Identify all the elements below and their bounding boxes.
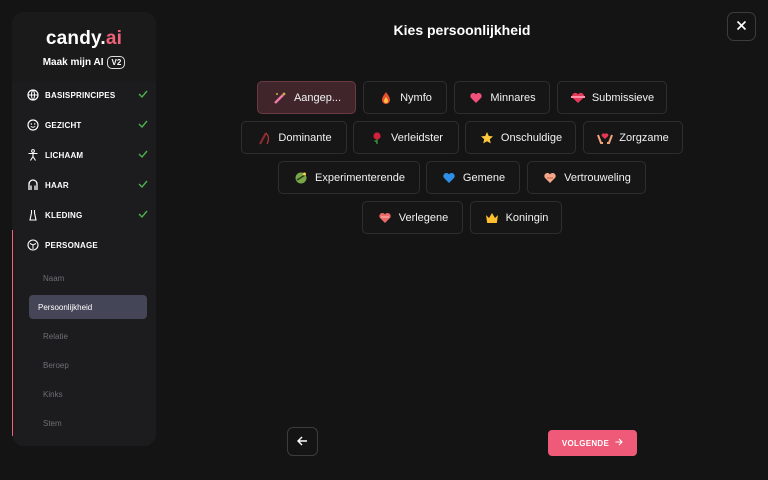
substep-naam[interactable]: Naam: [29, 266, 147, 290]
option-label: Minnares: [490, 91, 536, 104]
rose-icon: [369, 130, 385, 146]
star-icon: [479, 130, 495, 146]
option-label: Onschuldige: [500, 131, 563, 144]
option-submissieve[interactable]: Submissieve: [557, 81, 667, 114]
option-label: Experimenterende: [315, 171, 405, 184]
close-button[interactable]: [727, 12, 756, 41]
option-gemene[interactable]: Gemene: [426, 161, 520, 194]
step-label: HAAR: [45, 180, 69, 190]
personage-section: PERSONAGE Naam Persoonlijkheid Relatie B…: [12, 230, 156, 436]
arrow-right-icon: [615, 438, 623, 448]
substep-stem[interactable]: Stem: [29, 411, 147, 435]
option-onschuldige[interactable]: Onschuldige: [465, 121, 576, 154]
step-personage[interactable]: PERSONAGE: [13, 230, 156, 260]
step-lichaam[interactable]: LICHAAM: [12, 140, 156, 170]
dress-icon: [26, 209, 39, 222]
step-kleding[interactable]: KLEDING: [12, 200, 156, 230]
next-button-label: VOLGENDE: [561, 438, 610, 448]
arrow-left-icon: [297, 433, 308, 451]
step-label: GEZICHT: [45, 120, 82, 130]
hands-heart-icon: [597, 130, 614, 146]
subtitle-text: Maak mijn AI: [42, 57, 104, 68]
body-icon: [26, 149, 39, 162]
flask-icon: [293, 170, 309, 186]
option-label: Aangep...: [293, 91, 342, 104]
magic-wand-icon: [272, 90, 288, 106]
step-label: PERSONAGE: [45, 240, 98, 250]
smiley-icon: [26, 119, 39, 132]
option-minnares[interactable]: Minnares: [454, 81, 550, 114]
option-label: Verleidster: [391, 131, 443, 144]
sidebar: candy.ai Maak mijn AI V2 BASISPRINCIPES …: [12, 12, 156, 446]
hair-icon: [26, 179, 39, 192]
option-label: Koningin: [505, 211, 549, 224]
step-basisprincipes[interactable]: BASISPRINCIPES: [12, 80, 156, 110]
blush-heart-icon: [377, 210, 393, 226]
substep-relatie[interactable]: Relatie: [29, 324, 147, 348]
blue-heart-icon: [441, 170, 457, 186]
option-label: Nymfo: [400, 91, 432, 104]
next-button[interactable]: VOLGENDE: [548, 430, 637, 456]
option-label: Gemene: [462, 171, 506, 184]
app-subtitle: Maak mijn AI V2: [12, 56, 156, 69]
option-verlegene[interactable]: Verlegene: [362, 201, 463, 234]
option-koningin[interactable]: Koningin: [470, 201, 562, 234]
step-label: BASISPRINCIPES: [45, 90, 116, 100]
heart-ribbon-icon: [570, 90, 586, 106]
option-aangepast[interactable]: Aangep...: [257, 81, 356, 114]
persona-icon: [26, 239, 39, 252]
check-icon: [138, 179, 148, 191]
globe-icon: [26, 89, 39, 102]
substep-kinks[interactable]: Kinks: [29, 382, 147, 406]
substep-beroep[interactable]: Beroep: [29, 353, 147, 377]
heart-icon: [468, 90, 484, 106]
step-gezicht[interactable]: GEZICHT: [12, 110, 156, 140]
check-icon: [138, 149, 148, 161]
option-label: Zorgzame: [619, 131, 669, 144]
back-button[interactable]: [287, 427, 318, 456]
check-icon: [138, 209, 148, 221]
step-label: LICHAAM: [45, 150, 84, 160]
option-label: Submissieve: [591, 91, 655, 104]
option-nymfo[interactable]: Nymfo: [363, 81, 447, 114]
whip-icon: [256, 130, 272, 146]
option-label: Verlegene: [398, 211, 449, 224]
close-icon: [736, 18, 747, 36]
step-label: KLEDING: [45, 210, 83, 220]
fire-drop-icon: [378, 90, 394, 106]
crown-icon: [484, 210, 500, 226]
page-title: Kies persoonlijkheid: [393, 22, 531, 38]
version-badge: V2: [107, 56, 126, 69]
check-icon: [138, 119, 148, 131]
option-verleidster[interactable]: Verleidster: [353, 121, 459, 154]
substep-persoonlijkheid[interactable]: Persoonlijkheid: [29, 295, 147, 319]
step-haar[interactable]: HAAR: [12, 170, 156, 200]
check-icon: [138, 89, 148, 101]
option-dominante[interactable]: Dominante: [241, 121, 347, 154]
option-label: Vertrouweling: [564, 171, 631, 184]
option-vertrouweling[interactable]: Vertrouweling: [527, 161, 646, 194]
option-experimenterende[interactable]: Experimenterende: [278, 161, 420, 194]
option-label: Dominante: [278, 131, 332, 144]
handshake-heart-icon: [542, 170, 558, 186]
option-zorgzame[interactable]: Zorgzame: [583, 121, 683, 154]
